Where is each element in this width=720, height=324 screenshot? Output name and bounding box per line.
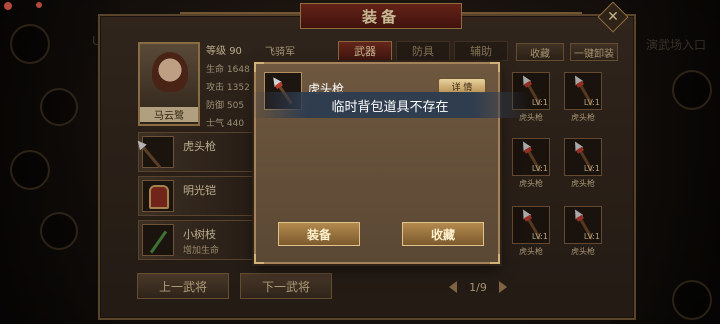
toast-message: 临时背包道具不存在: [250, 92, 530, 118]
popup-corner-ornament: [254, 254, 264, 264]
popup-corner-ornament: [490, 62, 500, 72]
favorite-button[interactable]: 收藏: [402, 222, 484, 246]
popup-corner-ornament: [254, 62, 264, 72]
equip-button[interactable]: 装备: [278, 222, 360, 246]
popup-corner-ornament: [490, 254, 500, 264]
